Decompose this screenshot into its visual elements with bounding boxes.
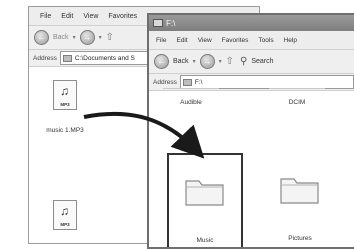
search-icon[interactable]: ⚲ <box>240 56 247 67</box>
front-menu-view[interactable]: View <box>193 37 217 44</box>
music-note-icon: ♫ <box>60 84 69 98</box>
folder-label: DCIM <box>288 99 306 106</box>
music-note-icon: ♫ <box>60 204 69 218</box>
folder-music-selected[interactable]: Music <box>167 153 243 247</box>
back-menu-file[interactable]: File <box>35 13 56 20</box>
front-menu-bar: File Edit View Favorites Tools Help <box>149 31 354 50</box>
forward-dropdown-icon[interactable]: ▾ <box>219 58 222 65</box>
forward-arrow-icon[interactable]: → <box>79 30 95 45</box>
back-button-label[interactable]: Back <box>53 34 69 41</box>
back-menu-edit[interactable]: Edit <box>56 13 78 20</box>
folder-dcim[interactable]: DCIM <box>267 99 327 106</box>
file-type-tag: MP3 <box>60 222 70 227</box>
row-divider-left <box>163 88 219 89</box>
search-button-label[interactable]: Search <box>251 58 273 65</box>
folder-icon <box>185 180 224 206</box>
back-arrow-icon[interactable]: ← <box>154 54 169 69</box>
row-divider-right <box>269 88 325 89</box>
folder-icon <box>280 178 319 204</box>
front-explorer-window: F:\ File Edit View Favorites Tools Help … <box>147 13 354 249</box>
mp3-file-icon: ♫ MP3 <box>53 200 77 230</box>
front-menu-file[interactable]: File <box>151 37 171 44</box>
folder-pictures[interactable]: Pictures <box>267 173 333 242</box>
front-back-button-label[interactable]: Back <box>173 58 189 65</box>
back-arrow-icon[interactable]: ← <box>34 30 49 45</box>
forward-arrow-icon[interactable]: → <box>199 54 215 69</box>
file-name-label: music 1.MP3 <box>46 127 84 134</box>
folder-icon <box>62 54 72 62</box>
back-address-path: C:\Documents and S <box>74 54 135 62</box>
file-music-1-mp3[interactable]: ♫ MP3 music 1.MP3 <box>38 80 92 134</box>
front-menu-edit[interactable]: Edit <box>171 37 192 44</box>
folder-label: Pictures <box>288 235 312 242</box>
forward-dropdown-icon[interactable]: ▾ <box>99 34 102 41</box>
drive-icon <box>182 78 192 86</box>
folder-label: Audible <box>180 99 202 106</box>
back-address-label: Address <box>33 54 57 62</box>
front-menu-tools[interactable]: Tools <box>253 37 278 44</box>
front-address-field[interactable]: F:\ <box>179 75 354 89</box>
mp3-file-icon: ♫ MP3 <box>53 80 77 110</box>
up-folder-icon[interactable]: ⇧ <box>106 32 114 43</box>
folder-audible[interactable]: Audible <box>161 99 221 106</box>
front-address-label: Address <box>153 78 177 86</box>
back-dropdown-icon[interactable]: ▾ <box>193 58 196 65</box>
up-folder-icon[interactable]: ⇧ <box>226 56 234 67</box>
front-toolbar: ← Back ▾ → ▾ ⇧ ⚲ Search <box>149 50 354 74</box>
front-menu-favorites[interactable]: Favorites <box>217 37 254 44</box>
folder-label: Music <box>196 237 214 244</box>
front-window-title: F:\ <box>166 18 176 28</box>
file-second-mp3[interactable]: ♫ MP3 <box>38 200 92 230</box>
drive-icon <box>153 19 163 27</box>
back-menu-view[interactable]: View <box>78 13 103 20</box>
back-dropdown-icon[interactable]: ▾ <box>73 34 76 41</box>
front-title-bar[interactable]: F:\ <box>149 15 354 31</box>
front-address-path: F:\ <box>194 78 203 86</box>
front-menu-help[interactable]: Help <box>279 37 302 44</box>
back-menu-favorites[interactable]: Favorites <box>103 13 142 20</box>
file-type-tag: MP3 <box>60 102 70 107</box>
